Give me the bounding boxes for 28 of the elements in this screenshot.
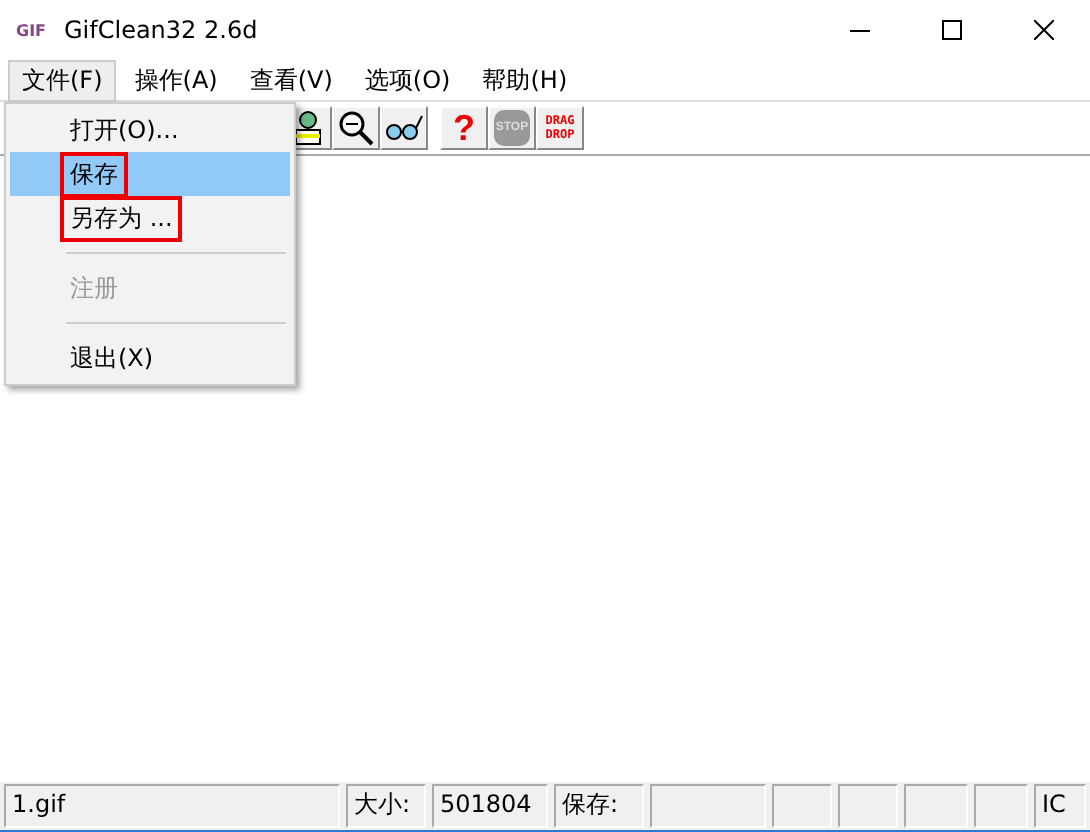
menu-item[interactable]: 保存 <box>10 152 290 196</box>
status-cell: 501804 <box>432 784 548 828</box>
close-icon <box>1034 20 1054 40</box>
status-cell <box>650 784 766 828</box>
search-icon <box>338 110 374 146</box>
menu-item[interactable]: 另存为 ... <box>10 196 290 240</box>
toolbar-button[interactable] <box>380 106 428 150</box>
status-cell <box>904 784 968 828</box>
help-button[interactable]: ? <box>440 106 488 150</box>
status-cell <box>772 784 832 828</box>
menu-item[interactable]: 选项(O) <box>350 59 465 101</box>
status-cell: 1.gif <box>4 784 340 828</box>
toolbar-button[interactable] <box>332 106 380 150</box>
menu-item[interactable]: 打开(O)... <box>10 108 290 152</box>
glasses-icon <box>384 114 424 142</box>
window-title: GifClean32 2.6d <box>64 16 258 44</box>
app-icon: GIF <box>16 21 48 39</box>
menu-item[interactable]: 帮助(H) <box>468 59 582 101</box>
menu-item[interactable]: 查看(V) <box>235 59 347 101</box>
maximize-icon <box>942 20 962 40</box>
status-cell: IC <box>1034 784 1086 828</box>
status-cell: 大小: <box>346 784 426 828</box>
menu-item[interactable]: 退出(X) <box>10 336 290 380</box>
status-cell <box>974 784 1028 828</box>
menu-item[interactable]: 操作(A) <box>120 59 232 101</box>
status-cell <box>838 784 898 828</box>
status-cell: 保存: <box>554 784 644 828</box>
menu-item[interactable]: 文件(F) <box>8 59 117 101</box>
